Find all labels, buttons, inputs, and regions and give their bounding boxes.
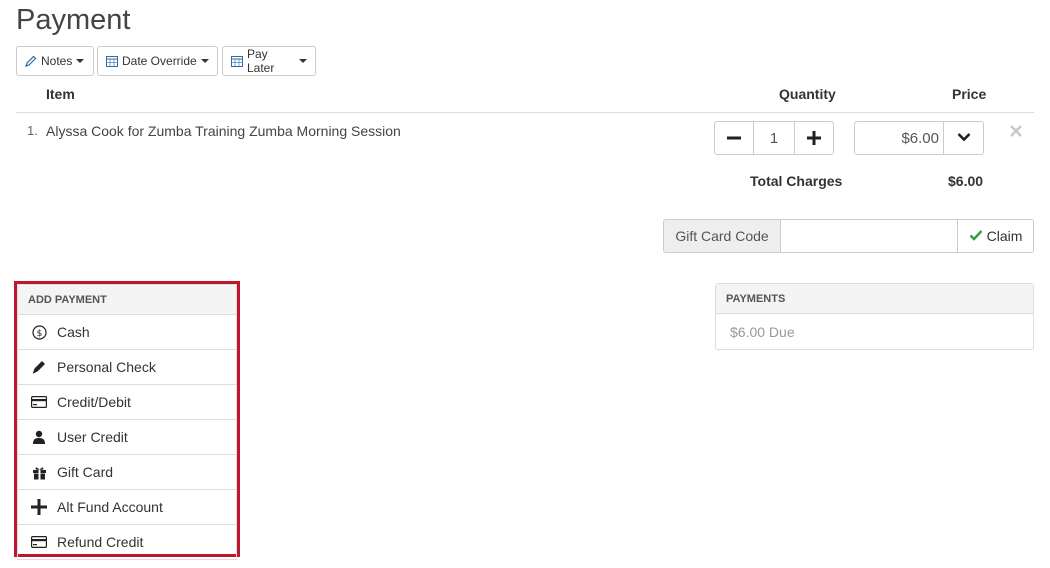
- check-icon: [969, 228, 983, 244]
- credit-card-icon: [31, 396, 47, 408]
- payments-header: PAYMENTS: [716, 284, 1033, 314]
- close-icon: [1010, 121, 1022, 141]
- pay-later-label: Pay Later: [247, 47, 275, 75]
- total-charges-value: $6.00: [948, 173, 984, 189]
- payment-method-cash[interactable]: $ Cash: [17, 315, 237, 350]
- item-column-header: Item: [46, 86, 75, 102]
- caret-down-icon: [76, 59, 85, 63]
- caret-down-icon: [200, 59, 209, 63]
- dollar-circle-icon: $: [31, 324, 47, 340]
- minus-icon: [727, 125, 741, 151]
- gift-card-group: Gift Card Code Claim: [663, 219, 1034, 253]
- gift-card-code-input[interactable]: [781, 219, 957, 253]
- price-column-header: Price: [952, 86, 987, 102]
- user-icon: [31, 430, 47, 444]
- plus-icon: [31, 499, 47, 515]
- payment-method-label: Gift Card: [57, 464, 114, 480]
- calendar-icon: [231, 55, 243, 67]
- price-dropdown-button[interactable]: [944, 121, 984, 155]
- date-override-dropdown-button[interactable]: Date Override: [97, 46, 218, 76]
- row-number: 1.: [27, 123, 38, 138]
- plus-icon: [807, 125, 821, 151]
- notes-dropdown-button[interactable]: Notes: [16, 46, 94, 76]
- total-charges-label: Total Charges: [750, 173, 843, 189]
- svg-text:$: $: [36, 329, 42, 339]
- payment-method-alt-fund-account[interactable]: Alt Fund Account: [17, 490, 237, 525]
- payment-method-label: Cash: [57, 324, 90, 340]
- quantity-value[interactable]: 1: [754, 121, 794, 155]
- amount-due: $6.00 Due: [730, 324, 795, 340]
- gift-icon: [31, 465, 47, 480]
- payment-method-gift-card[interactable]: Gift Card: [17, 455, 237, 490]
- quantity-stepper: 1: [714, 121, 834, 155]
- date-override-label: Date Override: [122, 54, 197, 68]
- decrement-button[interactable]: [714, 121, 754, 155]
- payment-method-label: Personal Check: [57, 359, 156, 375]
- payments-panel: PAYMENTS $6.00 Due: [715, 283, 1034, 350]
- calendar-icon: [106, 55, 118, 67]
- gift-card-code-label: Gift Card Code: [663, 219, 781, 253]
- payment-method-credit-debit[interactable]: Credit/Debit: [17, 385, 237, 420]
- price-value[interactable]: $6.00: [854, 121, 944, 155]
- claim-label: Claim: [986, 228, 1023, 244]
- quantity-column-header: Quantity: [779, 86, 836, 102]
- add-payment-header: ADD PAYMENT: [17, 284, 237, 315]
- caret-down-icon: [299, 59, 307, 63]
- payment-method-personal-check[interactable]: Personal Check: [17, 350, 237, 385]
- pen-icon: [31, 359, 47, 375]
- page-title: Payment: [16, 4, 131, 36]
- payment-method-label: User Credit: [57, 429, 128, 445]
- payment-method-label: Credit/Debit: [57, 394, 131, 410]
- price-selector: $6.00: [854, 121, 984, 155]
- payment-method-label: Alt Fund Account: [57, 499, 163, 515]
- chevron-down-icon: [957, 129, 971, 147]
- pencil-icon: [25, 55, 37, 67]
- header-divider: [16, 112, 1034, 113]
- claim-button[interactable]: Claim: [957, 219, 1034, 253]
- payment-method-label: Refund Credit: [57, 534, 144, 550]
- increment-button[interactable]: [794, 121, 834, 155]
- add-payment-panel: ADD PAYMENT $ Cash Personal Check Credit…: [14, 281, 240, 560]
- line-item-description: Alyssa Cook for Zumba Training Zumba Mor…: [46, 123, 401, 139]
- remove-item-button[interactable]: [1010, 121, 1022, 142]
- credit-card-icon: [31, 536, 47, 548]
- payment-method-refund-credit[interactable]: Refund Credit: [17, 525, 237, 560]
- payment-method-user-credit[interactable]: User Credit: [17, 420, 237, 455]
- notes-label: Notes: [41, 54, 73, 68]
- pay-later-dropdown-button[interactable]: Pay Later: [222, 46, 316, 76]
